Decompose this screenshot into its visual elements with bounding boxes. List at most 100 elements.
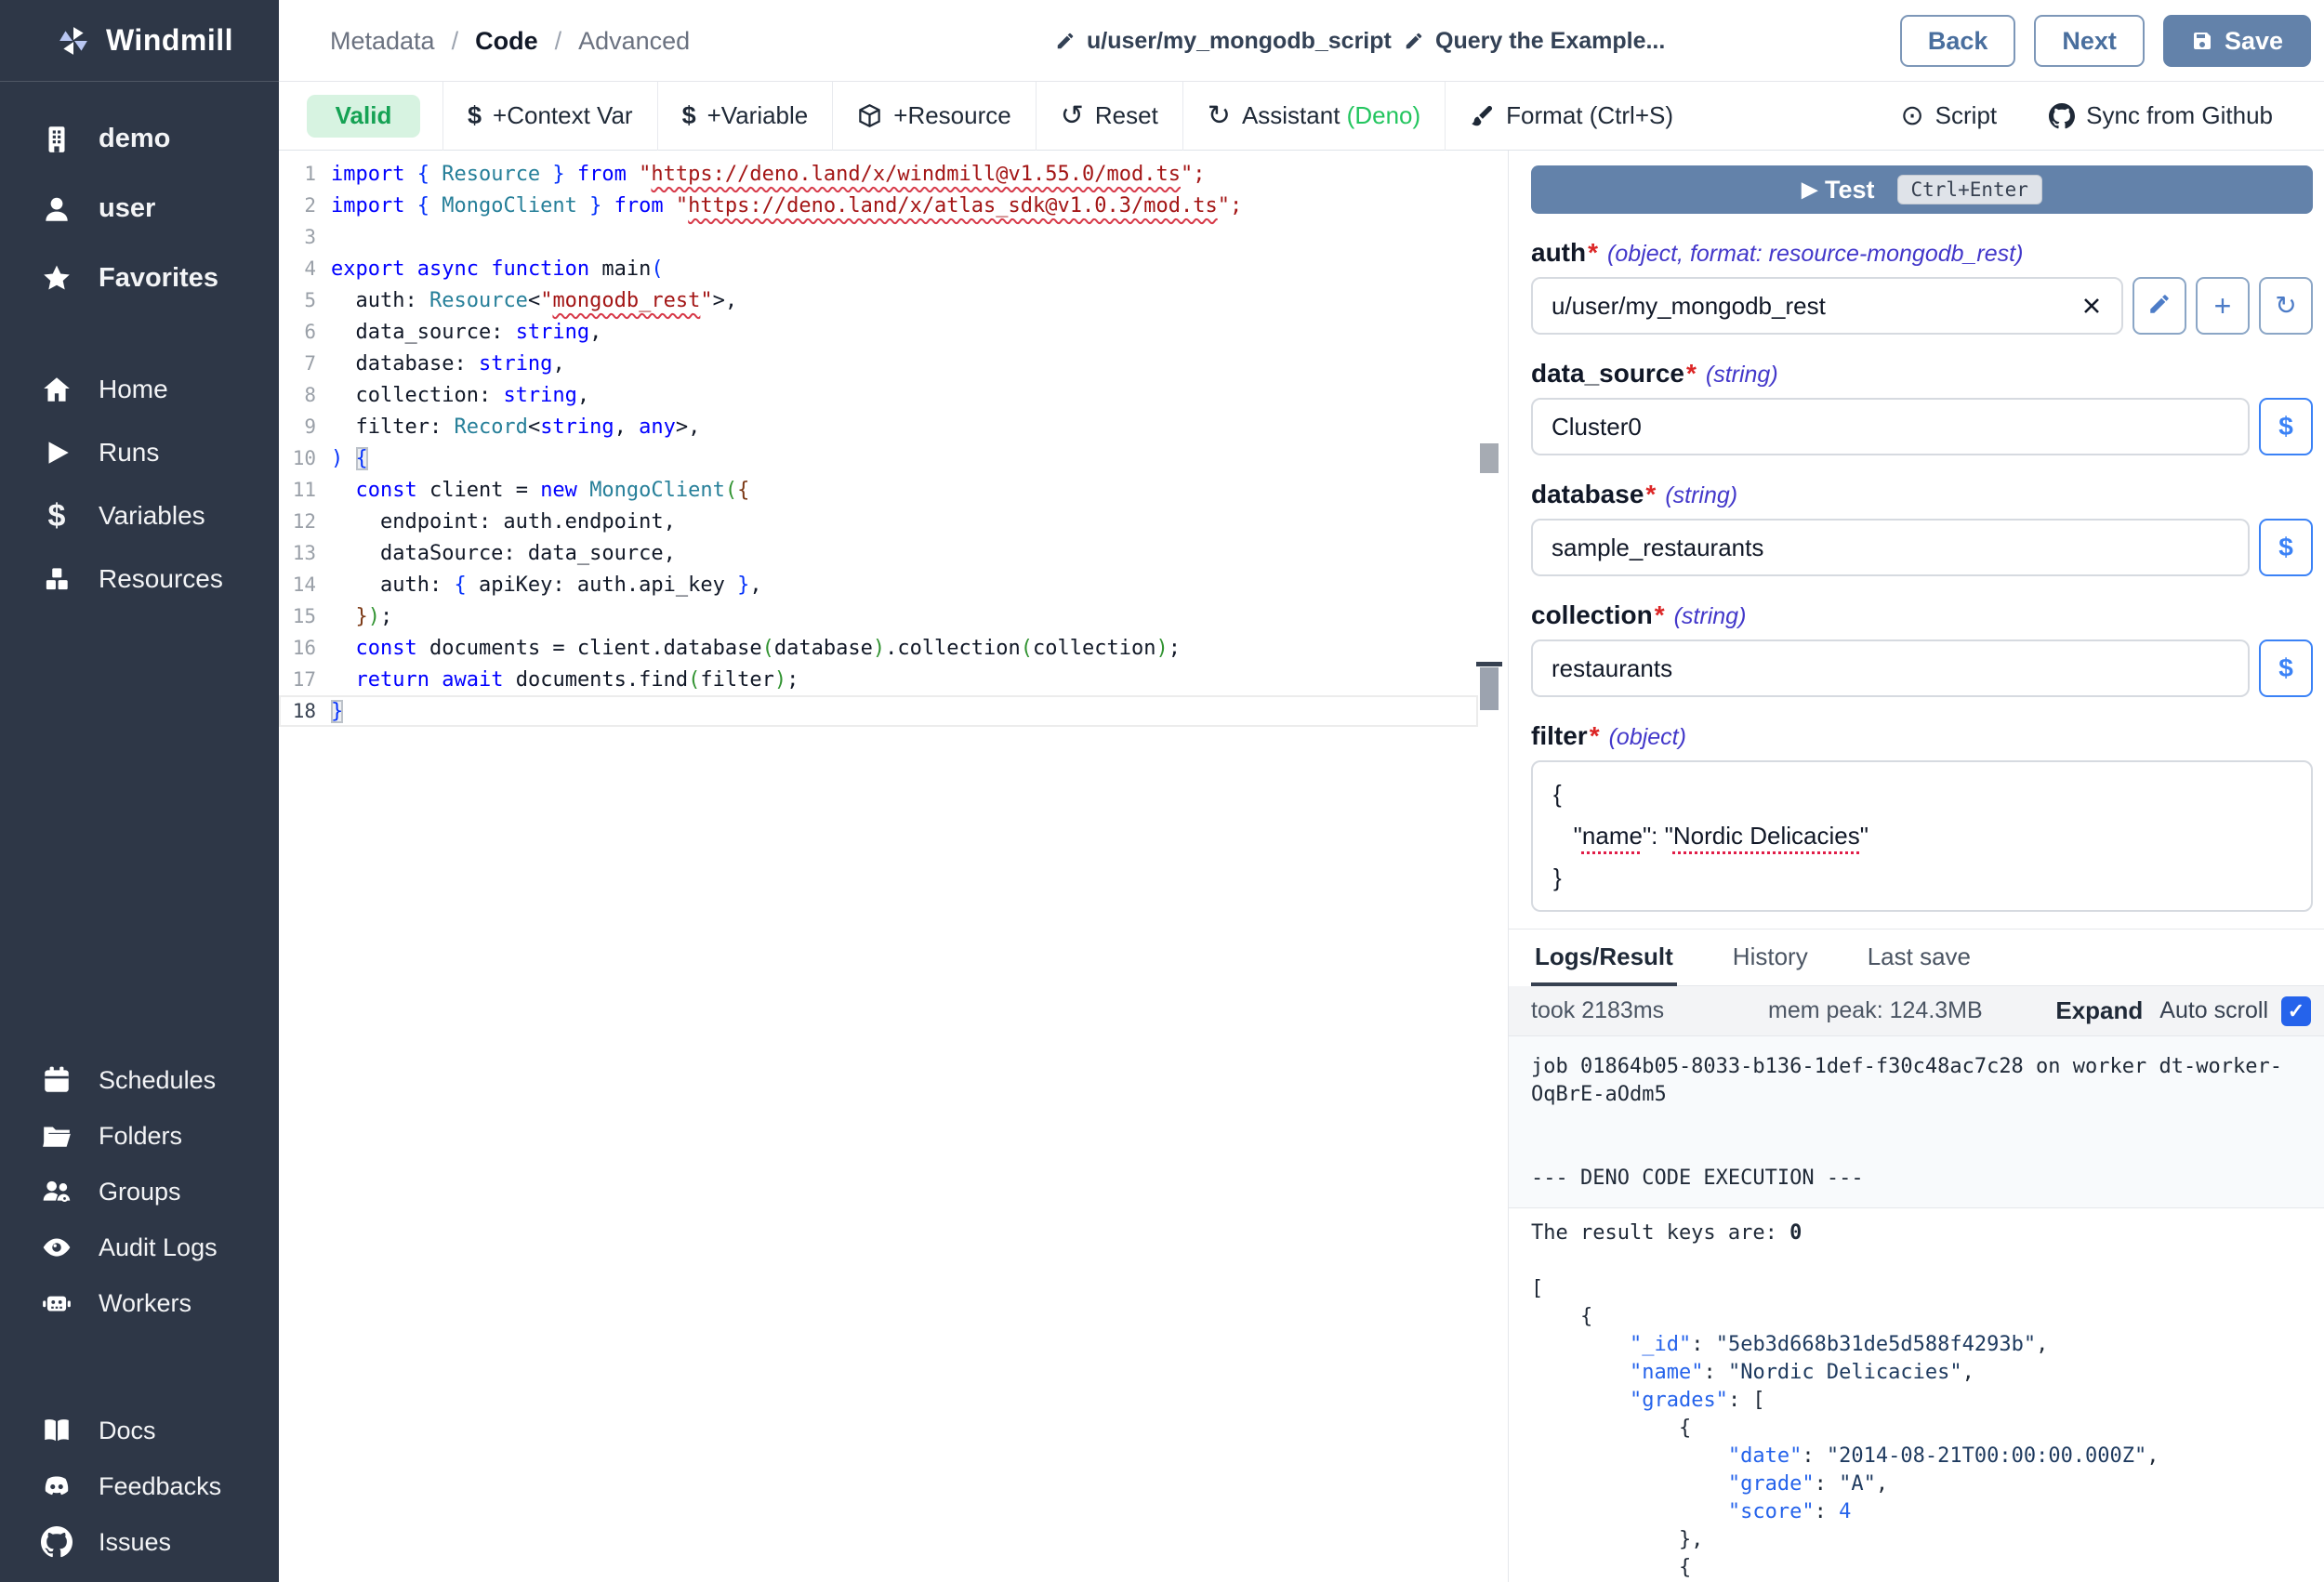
editor-scrollbar-thumb[interactable] (1480, 443, 1499, 473)
sidebar-item-label: demo (99, 124, 170, 154)
save-button[interactable]: Save (2163, 15, 2311, 67)
sidebar-item-home[interactable]: Home (0, 358, 279, 421)
json-line: { (1553, 773, 2291, 815)
sidebar-item-runs[interactable]: Runs (0, 421, 279, 484)
tab-logs-result[interactable]: Logs/Result (1531, 929, 1677, 986)
sidebar-item-folders[interactable]: Folders (0, 1108, 279, 1164)
database-insert-variable-button[interactable]: $ (2259, 519, 2313, 576)
mem-peak: mem peak: 124.3MB (1768, 997, 2055, 1024)
add-context-var-button[interactable]: $ +Context Var (442, 82, 658, 151)
editor-minimap-slider[interactable] (1480, 667, 1499, 710)
sync-from-github-button[interactable]: Sync from Github (2049, 101, 2273, 130)
dollar-icon: $ (468, 103, 482, 128)
sidebar-item-variables[interactable]: $Variables (0, 484, 279, 547)
result-line: "name": "Nordic Delicacies", (1531, 1359, 2302, 1387)
tab-metadata[interactable]: Metadata (330, 27, 435, 56)
cube-icon (857, 103, 882, 128)
editor-resize-handle[interactable] (1476, 662, 1502, 666)
code-line-text: database: string, (331, 352, 565, 376)
database-input[interactable]: sample_restaurants (1531, 519, 2250, 576)
param-name: auth (1531, 238, 1586, 268)
assistant-button[interactable]: ↻ Assistant (Deno) (1183, 82, 1446, 151)
sidebar-group: HomeRuns$VariablesResources (0, 358, 279, 611)
text-input-row: restaurants $ (1531, 639, 2313, 697)
groups-icon (39, 1176, 74, 1207)
edit-resource-button[interactable] (2133, 277, 2186, 335)
code-line: 3 (279, 221, 1478, 253)
plus-icon: + (2214, 291, 2232, 321)
add-variable-button[interactable]: $ +Variable (658, 82, 834, 151)
clear-icon[interactable] (2080, 295, 2103, 317)
topbar-actions: Back Next Save (1900, 0, 2311, 82)
line-number: 18 (279, 700, 331, 722)
tab-code[interactable]: Code (475, 27, 538, 56)
sidebar-item-workers[interactable]: Workers (0, 1275, 279, 1331)
text-input-row: Cluster0$ (1531, 398, 2313, 455)
tab-last-save[interactable]: Last save (1864, 929, 1974, 985)
windmill-logo[interactable]: Windmill (0, 0, 279, 82)
paintbrush-icon (1470, 103, 1495, 128)
sidebar-item-feedbacks[interactable]: Feedbacks (0, 1458, 279, 1514)
run-stats-bar: took 2183ms mem peak: 124.3MB Expand Aut… (1509, 986, 2324, 1036)
sidebar-item-user[interactable]: user (0, 174, 279, 244)
windmill-logo-icon (56, 25, 91, 57)
sidebar-item-demo[interactable]: demo (0, 104, 279, 174)
test-shortcut-kbd: Ctrl+Enter (1897, 175, 2042, 204)
data_source-input[interactable]: Cluster0 (1531, 398, 2250, 455)
add-context-var-label: +Context Var (493, 101, 633, 130)
filter-json-editor[interactable]: { "name": "Nordic Delicacies"} (1531, 760, 2313, 912)
code-line-text: const documents = client.database(databa… (331, 637, 1181, 660)
format-button[interactable]: Format (Ctrl+S) (1446, 82, 1697, 151)
param-label: filter*(object) (1531, 721, 2313, 751)
collection-input[interactable]: restaurants (1531, 639, 2250, 697)
tab-advanced[interactable]: Advanced (578, 27, 690, 56)
toolbar-right: ⊙ Script Sync from Github (1901, 101, 2273, 130)
sidebar-item-resources[interactable]: Resources (0, 547, 279, 611)
dollar-icon: $ (682, 103, 696, 128)
dollar-icon: $ (2278, 653, 2293, 683)
script-kind-button[interactable]: ⊙ Script (1901, 101, 1998, 130)
input-value: restaurants (1552, 654, 2229, 683)
sidebar-item-groups[interactable]: Groups (0, 1164, 279, 1219)
script-title-edit[interactable]: Query the Example... (1404, 0, 1665, 82)
sidebar-item-favorites[interactable]: Favorites (0, 244, 279, 313)
param-type-note: (string) (1665, 482, 1737, 509)
param-data-source: data_source*(string)Cluster0$ (1531, 359, 2313, 455)
add-resource-button[interactable]: +Resource (833, 82, 1036, 151)
line-number: 5 (279, 289, 331, 311)
pencil-icon (2147, 292, 2172, 321)
collection-insert-variable-button[interactable]: $ (2259, 639, 2313, 697)
tab-history[interactable]: History (1729, 929, 1812, 985)
user-icon (39, 193, 74, 225)
auth-input[interactable]: u/user/my_mongodb_rest (1531, 277, 2123, 335)
sidebar-group: Schedules FoldersGroupsAudit LogsWorkers (0, 1052, 279, 1331)
code-line-text: return await documents.find(filter); (331, 668, 799, 692)
auto-scroll-checkbox[interactable]: ✓ (2281, 996, 2311, 1026)
play-icon (39, 437, 74, 468)
script-path-edit[interactable]: u/user/my_mongodb_script (1055, 0, 1392, 82)
reset-button[interactable]: ↺ Reset (1037, 82, 1183, 151)
sidebar-item-issues[interactable]: Issues (0, 1514, 279, 1570)
sidebar-item-docs[interactable]: Docs (0, 1403, 279, 1458)
breadcrumb-separator: / (452, 27, 459, 56)
data_source-insert-variable-button[interactable]: $ (2259, 398, 2313, 455)
log-line (1531, 1109, 2302, 1137)
refresh-resource-button[interactable]: ↻ (2259, 277, 2313, 335)
code-line: 12 endpoint: auth.endpoint, (279, 506, 1478, 537)
line-number: 13 (279, 542, 331, 564)
code-line: 13 dataSource: data_source, (279, 537, 1478, 569)
result-line: }, (1531, 1526, 2302, 1554)
next-button[interactable]: Next (2034, 15, 2145, 67)
sidebar-item-label: Schedules (99, 1066, 216, 1095)
script-kind-label: Script (1935, 101, 1997, 130)
add-resource-button[interactable]: + (2196, 277, 2250, 335)
back-button[interactable]: Back (1900, 15, 2016, 67)
sidebar-item-audit-logs[interactable]: Audit Logs (0, 1219, 279, 1275)
pencil-icon (1055, 31, 1076, 51)
code-line: 10) { (279, 442, 1478, 474)
test-button[interactable]: ▶ Test Ctrl+Enter (1531, 165, 2313, 214)
sidebar-item-schedules[interactable]: Schedules (0, 1052, 279, 1108)
code-line: 15 }); (279, 600, 1478, 632)
expand-button[interactable]: Expand (2055, 996, 2143, 1025)
code-editor[interactable]: 1import { Resource } from "https://deno.… (279, 151, 1478, 1582)
